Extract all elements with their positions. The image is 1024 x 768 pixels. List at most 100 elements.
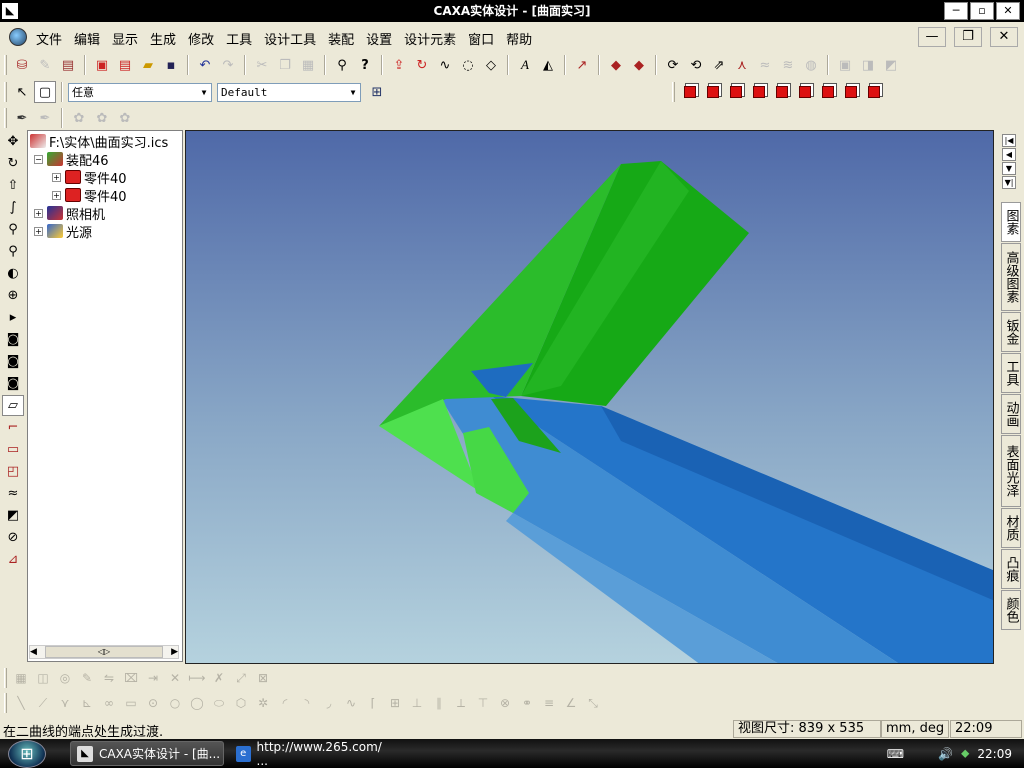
panel-first-icon[interactable]: |◀ <box>1002 134 1016 147</box>
collapse-icon[interactable]: − <box>34 154 43 164</box>
keyboard-icon[interactable]: ⌨ <box>887 747 904 761</box>
rotate-icon[interactable]: ↻ <box>411 54 433 76</box>
help-pointer-icon[interactable]: ? <box>354 54 376 76</box>
smart-snap-icon[interactable]: ↗ <box>571 54 593 76</box>
point-to-icon[interactable]: ⊕ <box>2 285 24 306</box>
hole-icon[interactable]: ⊘ <box>2 527 24 548</box>
pan-icon[interactable]: ✥ <box>2 131 24 152</box>
view-top-icon[interactable] <box>771 81 793 103</box>
scroll-left-icon[interactable]: ◀ <box>30 647 37 657</box>
close-button[interactable]: ✕ <box>996 2 1020 20</box>
view-bottom-icon[interactable] <box>794 81 816 103</box>
volume-icon[interactable]: 🔊 <box>938 747 953 761</box>
view-front-icon[interactable] <box>679 81 701 103</box>
zoom-icon[interactable]: ⚲ <box>2 219 24 240</box>
camera-move-icon[interactable]: ▸ <box>2 307 24 328</box>
scroll-right-icon[interactable]: ▶ <box>171 647 178 657</box>
doc-restore-button[interactable]: ❐ <box>954 27 982 47</box>
document-icon[interactable] <box>9 28 27 46</box>
zoom-fit-icon[interactable]: ◐ <box>2 263 24 284</box>
tree-structure-icon[interactable]: ⊞ <box>366 81 388 103</box>
tab-color[interactable]: 颜色 <box>1001 590 1021 630</box>
view-left-icon[interactable] <box>725 81 747 103</box>
sweep-icon[interactable]: ⟳ <box>662 54 684 76</box>
menu-generate[interactable]: 生成 <box>144 29 182 48</box>
menu-tools[interactable]: 工具 <box>220 29 258 48</box>
panel-last-icon[interactable]: ▼| <box>1002 176 1016 189</box>
tab-sheet-metal[interactable]: 钣金 <box>1001 312 1021 352</box>
title-bar[interactable]: ◣ CAXA实体设计 - [曲面实习] ─ ▫ ✕ <box>0 0 1024 22</box>
tree-part-2[interactable]: + 零件40 <box>52 186 127 205</box>
tree-horizontal-scrollbar[interactable]: ◀ ◁▷ ▶ <box>29 645 179 659</box>
scroll-thumb[interactable]: ◁▷ <box>45 646 163 658</box>
dimension-icon[interactable]: ◭ <box>537 54 559 76</box>
orbit-icon[interactable]: ↻ <box>2 153 24 174</box>
expand-icon[interactable]: + <box>52 172 61 182</box>
menu-help[interactable]: 帮助 <box>500 29 538 48</box>
maximize-button[interactable]: ▫ <box>970 2 994 20</box>
start-button[interactable]: ⊞ <box>8 740 46 768</box>
find-icon[interactable]: ⚲ <box>331 54 353 76</box>
wave-icon[interactable]: ≈ <box>2 483 24 504</box>
design-viewport[interactable] <box>185 130 994 664</box>
panel-prev-icon[interactable]: ◀ <box>1002 148 1016 161</box>
eyedropper-icon[interactable]: ✒ <box>11 107 33 129</box>
text-icon[interactable]: A <box>514 54 536 76</box>
menu-file[interactable]: 文件 <box>30 29 68 48</box>
move-icon[interactable]: ⇪ <box>388 54 410 76</box>
blend-icon[interactable]: ⋏ <box>731 54 753 76</box>
menu-window[interactable]: 窗口 <box>462 29 500 48</box>
view-dimetric-icon[interactable] <box>840 81 862 103</box>
tree-root[interactable]: F:\实体\曲面实习.ics <box>30 132 168 151</box>
tab-advanced-primitives[interactable]: 高级图素 <box>1001 243 1021 311</box>
select-filter-combo[interactable]: 任意 ▼ <box>68 82 212 102</box>
open-folder-icon[interactable]: ▰ <box>137 54 159 76</box>
view-right-icon[interactable] <box>748 81 770 103</box>
tab-animation[interactable]: 动画 <box>1001 394 1021 434</box>
taskbar-item-caxa[interactable]: ◣ CAXA实体设计 - [曲... <box>70 741 224 766</box>
tree-light[interactable]: + 光源 <box>34 222 92 241</box>
shading-icon[interactable]: ▱ <box>2 395 24 416</box>
render-smooth-icon[interactable]: ◆ <box>628 54 650 76</box>
expand-icon[interactable]: + <box>34 226 43 236</box>
tab-bump[interactable]: 凸痕 <box>1001 549 1021 589</box>
undo-icon[interactable]: ↶ <box>194 54 216 76</box>
chevron-down-icon[interactable]: ▼ <box>197 84 211 101</box>
tab-primitives[interactable]: 图素 <box>1001 202 1021 242</box>
dynamic-rotate-icon[interactable]: ∫ <box>2 197 24 218</box>
view-iso-icon[interactable] <box>817 81 839 103</box>
curve-icon[interactable]: ∿ <box>434 54 456 76</box>
new-design-icon[interactable]: ⛁ <box>11 54 33 76</box>
camera-focus-icon[interactable]: ◙ <box>2 373 24 394</box>
expand-icon[interactable]: + <box>34 208 43 218</box>
tab-material[interactable]: 材质 <box>1001 508 1021 548</box>
new-file-icon[interactable]: ▣ <box>91 54 113 76</box>
menu-settings[interactable]: 设置 <box>360 29 398 48</box>
doc-minimize-button[interactable]: — <box>918 27 946 47</box>
section-icon[interactable]: ◩ <box>2 505 24 526</box>
panel-next-icon[interactable]: ▼ <box>1002 162 1016 175</box>
expand-icon[interactable]: + <box>52 190 61 200</box>
network-icon[interactable]: ⬥ <box>961 746 969 761</box>
doc-close-button[interactable]: ✕ <box>990 27 1018 47</box>
tree-assembly[interactable]: − 装配46 <box>34 150 109 169</box>
measure-icon[interactable]: ⊿ <box>2 549 24 570</box>
surface-icon[interactable]: ◌ <box>457 54 479 76</box>
taskbar-clock[interactable]: 22:09 <box>977 747 1012 761</box>
extrude-icon[interactable]: ⇗ <box>708 54 730 76</box>
face-select-icon[interactable]: ◰ <box>2 461 24 482</box>
menu-design-elements[interactable]: 设计元素 <box>398 29 462 48</box>
loft-icon[interactable]: ⟲ <box>685 54 707 76</box>
view-trimetric-icon[interactable] <box>863 81 885 103</box>
select-box-icon[interactable]: ▢ <box>34 81 56 103</box>
zoom-window-icon[interactable]: ⚲ <box>2 241 24 262</box>
menu-modify[interactable]: 修改 <box>182 29 220 48</box>
sketch-icon[interactable]: ⌐ <box>2 417 24 438</box>
camera-rotate-icon[interactable]: ◙ <box>2 351 24 372</box>
tree-part-1[interactable]: + 零件40 <box>52 168 127 187</box>
walk-icon[interactable]: ⇧ <box>2 175 24 196</box>
minimize-button[interactable]: ─ <box>944 2 968 20</box>
render-icon[interactable]: ◆ <box>605 54 627 76</box>
menu-edit[interactable]: 编辑 <box>68 29 106 48</box>
camera-orbit-icon[interactable]: ◙ <box>2 329 24 350</box>
